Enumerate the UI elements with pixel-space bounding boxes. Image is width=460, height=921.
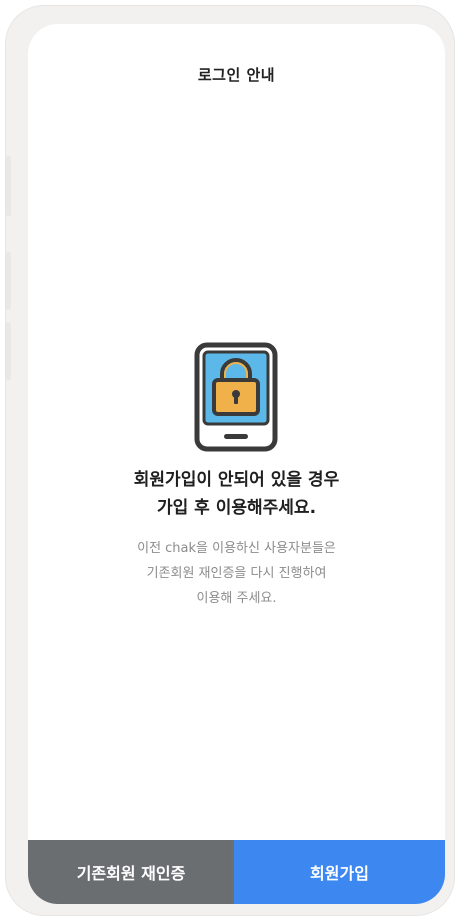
side-button <box>6 156 11 216</box>
headline-line: 가입 후 이용해주세요. <box>156 498 317 518</box>
page-title: 로그인 안내 <box>197 66 276 84</box>
headline-text: 회원가입이 안되어 있을 경우 가입 후 이용해주세요. <box>28 466 445 522</box>
signup-button[interactable]: 회원가입 <box>234 840 445 904</box>
app-screen: 로그인 안내 회원가입이 안되어 있을 경우 가입 후 이용해주세요. 이전 c… <box>28 24 445 904</box>
description-line: 기존회원 재인증을 다시 진행하여 <box>146 566 327 581</box>
locked-phone-icon <box>194 342 278 452</box>
side-button <box>6 322 11 380</box>
side-button <box>6 252 11 310</box>
existing-member-reauth-button[interactable]: 기존회원 재인증 <box>28 840 234 904</box>
description-text: 이전 chak을 이용하신 사용자분들은 기존회원 재인증을 다시 진행하여 이… <box>28 536 445 611</box>
description-line: 이전 chak을 이용하신 사용자분들은 <box>137 541 336 556</box>
description-line: 이용해 주세요. <box>196 591 277 606</box>
headline-line: 회원가입이 안되어 있을 경우 <box>133 470 340 490</box>
